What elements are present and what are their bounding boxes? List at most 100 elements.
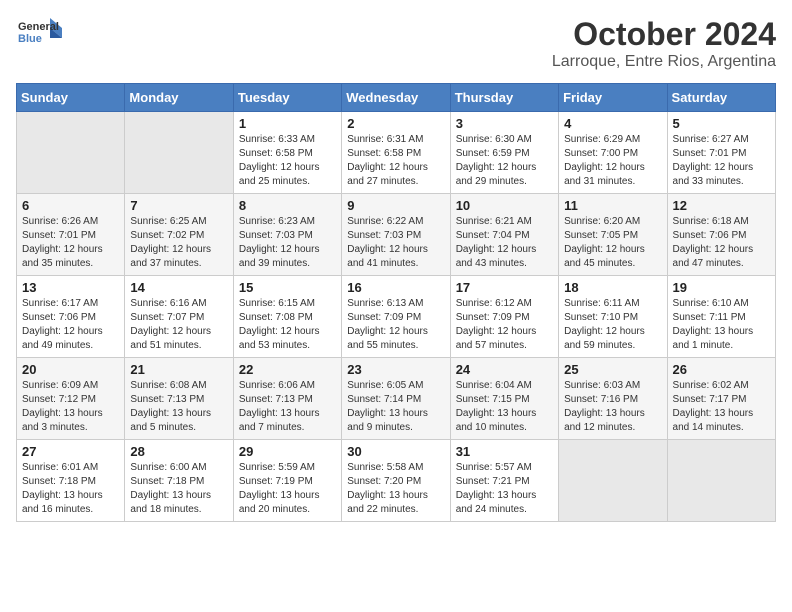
day-number: 28 (130, 444, 227, 459)
calendar-cell: 15 Sunrise: 6:15 AMSunset: 7:08 PMDayligh… (233, 276, 341, 358)
day-info: Sunrise: 6:21 AMSunset: 7:04 PMDaylight:… (456, 215, 553, 271)
calendar-week-1: 1Sunrise: 6:33 AMSunset: 6:58 PMDaylight… (17, 112, 776, 194)
calendar-cell: 14Sunrise: 6:16 AMSunset: 7:07 PMDayligh… (125, 276, 233, 358)
day-info: Sunrise: 6:01 AMSunset: 7:18 PMDaylight:… (22, 461, 119, 517)
day-info: Sunrise: 6:04 AMSunset: 7:15 PMDaylight:… (456, 379, 553, 435)
calendar-cell: 1Sunrise: 6:33 AMSunset: 6:58 PMDaylight… (233, 112, 341, 194)
calendar-header-row: SundayMondayTuesdayWednesdayThursdayFrid… (17, 84, 776, 112)
day-info: Sunrise: 6:20 AMSunset: 7:05 PMDaylight:… (564, 215, 661, 271)
day-info: Sunrise: 5:58 AMSunset: 7:20 PMDaylight:… (347, 461, 444, 517)
day-number: 3 (456, 116, 553, 131)
calendar-cell: 21 Sunrise: 6:08 AMSunset: 7:13 PMDayligh… (125, 358, 233, 440)
day-info: Sunrise: 6:26 AMSunset: 7:01 PMDaylight:… (22, 215, 119, 271)
calendar-cell: 18 Sunrise: 6:11 AMSunset: 7:10 PMDayligh… (559, 276, 667, 358)
day-number: 16 (347, 280, 444, 295)
calendar-cell: 23 Sunrise: 6:05 AMSunset: 7:14 PMDayligh… (342, 358, 450, 440)
logo-svg: GeneralBlue (16, 16, 66, 54)
day-info: Sunrise: 5:59 AMSunset: 7:19 PMDaylight:… (239, 461, 336, 517)
day-info: Sunrise: 5:57 AMSunset: 7:21 PMDaylight:… (456, 461, 553, 517)
day-number: 9 (347, 198, 444, 213)
day-info: Sunrise: 6:23 AMSunset: 7:03 PMDaylight:… (239, 215, 336, 271)
calendar-cell (125, 112, 233, 194)
header-monday: Monday (125, 84, 233, 112)
day-number: 23 (347, 362, 444, 377)
calendar-cell: 9 Sunrise: 6:22 AMSunset: 7:03 PMDaylight… (342, 194, 450, 276)
day-info: Sunrise: 6:03 AMSunset: 7:16 PMDaylight:… (564, 379, 661, 435)
day-number: 4 (564, 116, 661, 131)
title-block: October 2024 Larroque, Entre Rios, Argen… (552, 16, 776, 71)
day-number: 12 (673, 198, 770, 213)
header-thursday: Thursday (450, 84, 558, 112)
day-number: 31 (456, 444, 553, 459)
page-header: GeneralBlue October 2024 Larroque, Entre… (16, 16, 776, 71)
day-info: Sunrise: 6:16 AMSunset: 7:07 PMDaylight:… (130, 297, 227, 353)
day-number: 18 (564, 280, 661, 295)
day-number: 27 (22, 444, 119, 459)
day-info: Sunrise: 6:15 AMSunset: 7:08 PMDaylight:… (239, 297, 336, 353)
day-number: 2 (347, 116, 444, 131)
calendar-cell: 26Sunrise: 6:02 AMSunset: 7:17 PMDayligh… (667, 358, 775, 440)
day-info: Sunrise: 6:09 AMSunset: 7:12 PMDaylight:… (22, 379, 119, 435)
header-sunday: Sunday (17, 84, 125, 112)
logo: GeneralBlue (16, 16, 66, 54)
day-info: Sunrise: 6:31 AMSunset: 6:58 PMDaylight:… (347, 133, 444, 189)
calendar-cell: 30 Sunrise: 5:58 AMSunset: 7:20 PMDayligh… (342, 440, 450, 522)
calendar-cell: 6 Sunrise: 6:26 AMSunset: 7:01 PMDaylight… (17, 194, 125, 276)
day-number: 29 (239, 444, 336, 459)
calendar-cell: 2 Sunrise: 6:31 AMSunset: 6:58 PMDaylight… (342, 112, 450, 194)
calendar-cell: 4 Sunrise: 6:29 AMSunset: 7:00 PMDaylight… (559, 112, 667, 194)
day-number: 15 (239, 280, 336, 295)
day-info: Sunrise: 6:27 AMSunset: 7:01 PMDaylight:… (673, 133, 770, 189)
calendar-week-4: 20 Sunrise: 6:09 AMSunset: 7:12 PMDayligh… (17, 358, 776, 440)
calendar-table: SundayMondayTuesdayWednesdayThursdayFrid… (16, 83, 776, 522)
calendar-cell: 25Sunrise: 6:03 AMSunset: 7:16 PMDayligh… (559, 358, 667, 440)
calendar-cell: 28Sunrise: 6:00 AMSunset: 7:18 PMDayligh… (125, 440, 233, 522)
header-tuesday: Tuesday (233, 84, 341, 112)
header-wednesday: Wednesday (342, 84, 450, 112)
calendar-cell: 20 Sunrise: 6:09 AMSunset: 7:12 PMDayligh… (17, 358, 125, 440)
day-number: 6 (22, 198, 119, 213)
day-number: 24 (456, 362, 553, 377)
day-info: Sunrise: 6:10 AMSunset: 7:11 PMDaylight:… (673, 297, 770, 353)
day-number: 5 (673, 116, 770, 131)
svg-text:Blue: Blue (18, 33, 42, 45)
day-info: Sunrise: 6:30 AMSunset: 6:59 PMDaylight:… (456, 133, 553, 189)
calendar-cell (559, 440, 667, 522)
day-number: 19 (673, 280, 770, 295)
calendar-cell: 8 Sunrise: 6:23 AMSunset: 7:03 PMDaylight… (233, 194, 341, 276)
day-number: 20 (22, 362, 119, 377)
day-number: 21 (130, 362, 227, 377)
day-number: 17 (456, 280, 553, 295)
day-info: Sunrise: 6:13 AMSunset: 7:09 PMDaylight:… (347, 297, 444, 353)
calendar-cell: 13Sunrise: 6:17 AMSunset: 7:06 PMDayligh… (17, 276, 125, 358)
day-info: Sunrise: 6:11 AMSunset: 7:10 PMDaylight:… (564, 297, 661, 353)
calendar-cell: 5 Sunrise: 6:27 AMSunset: 7:01 PMDaylight… (667, 112, 775, 194)
calendar-cell (17, 112, 125, 194)
day-info: Sunrise: 6:33 AMSunset: 6:58 PMDaylight:… (239, 133, 336, 189)
day-number: 30 (347, 444, 444, 459)
day-info: Sunrise: 6:05 AMSunset: 7:14 PMDaylight:… (347, 379, 444, 435)
day-info: Sunrise: 6:06 AMSunset: 7:13 PMDaylight:… (239, 379, 336, 435)
calendar-cell: 29 Sunrise: 5:59 AMSunset: 7:19 PMDayligh… (233, 440, 341, 522)
day-info: Sunrise: 6:17 AMSunset: 7:06 PMDaylight:… (22, 297, 119, 353)
page-subtitle: Larroque, Entre Rios, Argentina (552, 53, 776, 71)
calendar-cell: 11Sunrise: 6:20 AMSunset: 7:05 PMDayligh… (559, 194, 667, 276)
calendar-cell: 12Sunrise: 6:18 AMSunset: 7:06 PMDayligh… (667, 194, 775, 276)
page-title: October 2024 (552, 16, 776, 53)
day-info: Sunrise: 6:22 AMSunset: 7:03 PMDaylight:… (347, 215, 444, 271)
calendar-week-5: 27 Sunrise: 6:01 AMSunset: 7:18 PMDayligh… (17, 440, 776, 522)
day-info: Sunrise: 6:08 AMSunset: 7:13 PMDaylight:… (130, 379, 227, 435)
header-saturday: Saturday (667, 84, 775, 112)
day-number: 10 (456, 198, 553, 213)
calendar-week-3: 13Sunrise: 6:17 AMSunset: 7:06 PMDayligh… (17, 276, 776, 358)
day-number: 8 (239, 198, 336, 213)
day-number: 22 (239, 362, 336, 377)
calendar-cell (667, 440, 775, 522)
calendar-cell: 7Sunrise: 6:25 AMSunset: 7:02 PMDaylight… (125, 194, 233, 276)
calendar-cell: 24 Sunrise: 6:04 AMSunset: 7:15 PMDayligh… (450, 358, 558, 440)
day-info: Sunrise: 6:29 AMSunset: 7:00 PMDaylight:… (564, 133, 661, 189)
day-info: Sunrise: 6:25 AMSunset: 7:02 PMDaylight:… (130, 215, 227, 271)
calendar-cell: 22 Sunrise: 6:06 AMSunset: 7:13 PMDayligh… (233, 358, 341, 440)
calendar-cell: 3 Sunrise: 6:30 AMSunset: 6:59 PMDaylight… (450, 112, 558, 194)
calendar-cell: 31 Sunrise: 5:57 AMSunset: 7:21 PMDayligh… (450, 440, 558, 522)
